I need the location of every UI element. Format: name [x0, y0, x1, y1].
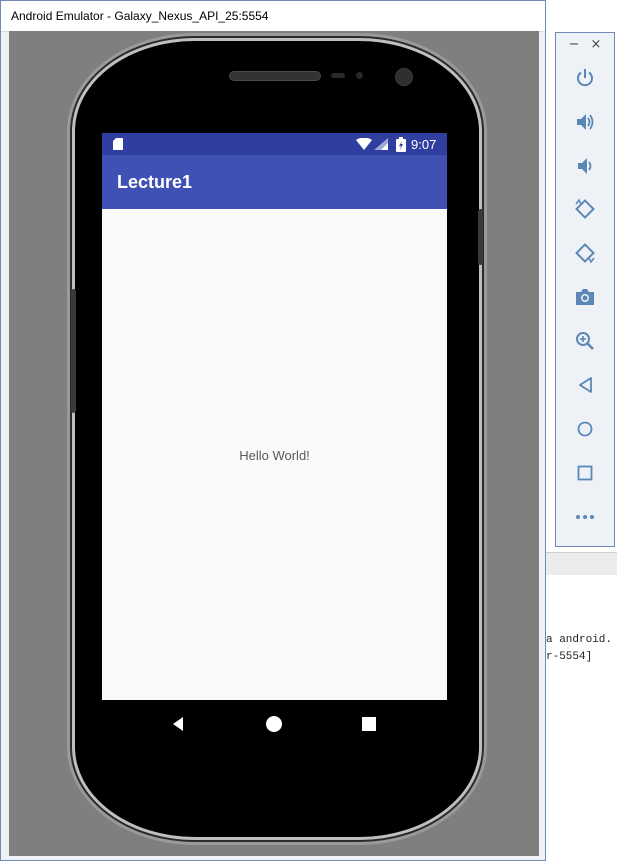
overview-icon	[577, 465, 593, 481]
front-camera-icon	[395, 68, 413, 86]
phone-sensor	[331, 73, 345, 78]
status-time: 9:07	[411, 137, 437, 152]
console-line-1: a android.	[546, 634, 613, 646]
ide-divider-strip	[546, 552, 617, 575]
nav-bar	[102, 700, 447, 747]
power-button[interactable]	[572, 65, 598, 91]
more-icon	[576, 515, 594, 519]
toolbar-overview-button[interactable]	[572, 460, 598, 486]
nav-home-icon[interactable]	[263, 713, 285, 735]
toolbar-minimize-button[interactable]: −	[566, 37, 582, 52]
back-icon	[579, 377, 592, 393]
toolbar-home-button[interactable]	[572, 416, 598, 442]
camera-icon	[576, 289, 594, 305]
rotate-left-button[interactable]	[572, 196, 598, 222]
volume-up-button[interactable]	[572, 109, 598, 135]
power-icon	[577, 69, 593, 87]
phone-speaker	[229, 71, 321, 81]
app-bar: Lecture1	[102, 155, 447, 209]
zoom-button[interactable]	[572, 328, 598, 354]
battery-charging-icon	[396, 137, 406, 152]
wifi-icon	[356, 138, 372, 150]
app-content: Hello World!	[102, 209, 447, 700]
nav-back-icon[interactable]	[167, 713, 189, 735]
phone-power-side-button[interactable]	[478, 209, 483, 265]
signal-icon	[374, 138, 388, 150]
hello-world-text: Hello World!	[239, 448, 310, 463]
rotate-right-button[interactable]	[572, 240, 598, 266]
phone-proximity-sensor	[356, 72, 363, 79]
phone-screen[interactable]: 9:07 Lecture1 Hello World!	[102, 133, 447, 747]
window-titlebar[interactable]: Android Emulator - Galaxy_Nexus_API_25:5…	[1, 1, 545, 32]
nav-recents-icon[interactable]	[358, 713, 380, 735]
volume-up-icon	[577, 114, 594, 130]
toolbar-back-button[interactable]	[572, 372, 598, 398]
screenshot-button[interactable]	[572, 284, 598, 310]
more-button[interactable]	[572, 504, 598, 530]
home-icon	[577, 421, 593, 437]
phone-volume-side-button[interactable]	[71, 289, 76, 413]
status-bar: 9:07	[102, 133, 447, 155]
toolbar-close-button[interactable]: ×	[588, 37, 604, 52]
rotate-left-icon	[575, 198, 595, 219]
volume-down-icon	[578, 158, 592, 174]
app-title: Lecture1	[117, 172, 193, 192]
rotate-right-icon	[575, 243, 595, 264]
volume-down-button[interactable]	[572, 153, 598, 179]
console-line-2: r-5554]	[546, 651, 593, 663]
window-title: Android Emulator - Galaxy_Nexus_API_25:5…	[11, 9, 269, 23]
zoom-icon	[576, 332, 594, 350]
sd-card-icon	[113, 138, 123, 150]
emulator-toolbar: − ×	[555, 32, 615, 547]
